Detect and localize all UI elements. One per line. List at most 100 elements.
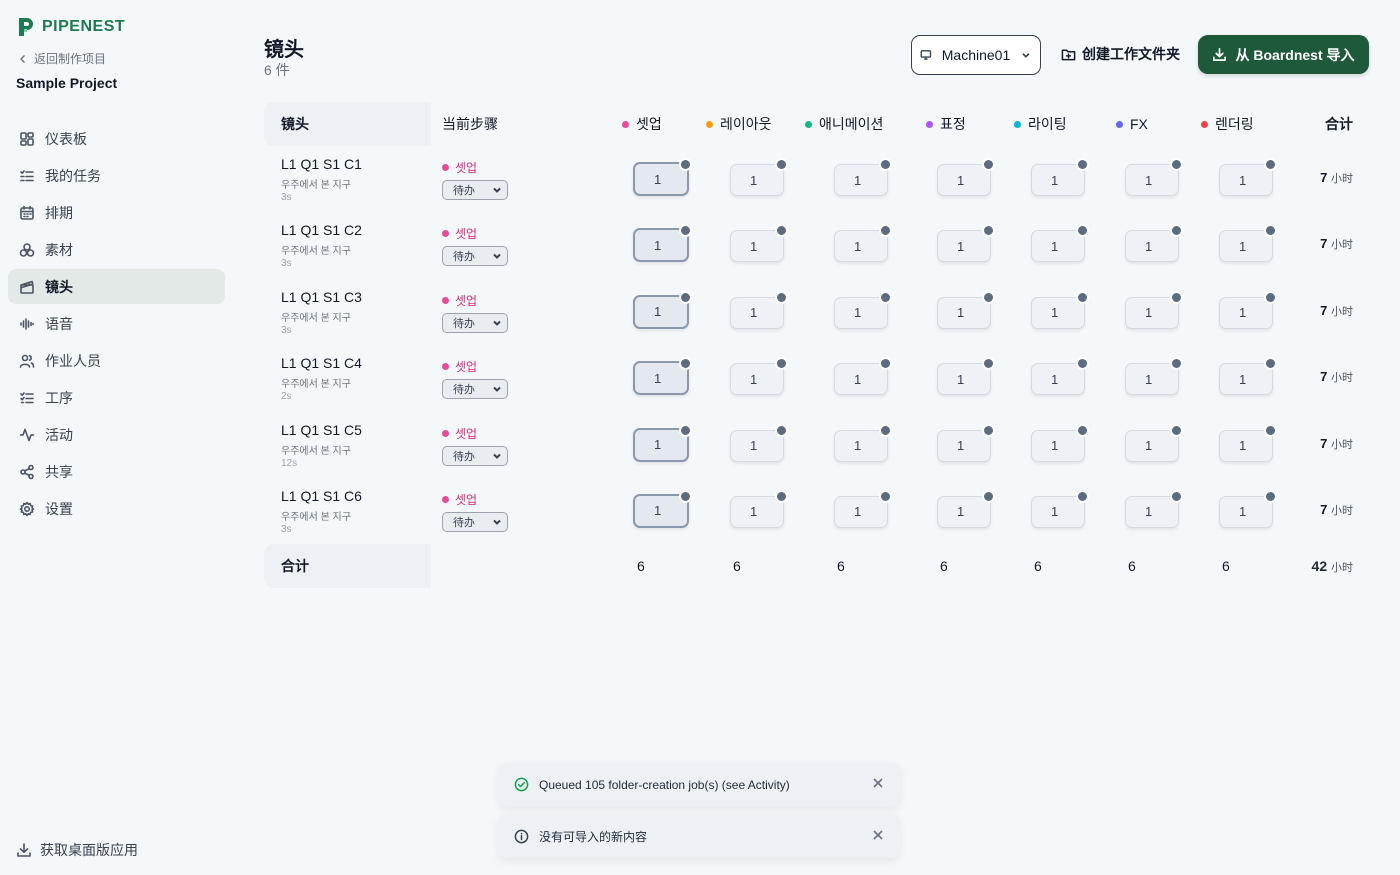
step-assignee-badge[interactable] [1076,158,1089,171]
step-assignee-badge[interactable] [775,158,788,171]
shot-name[interactable]: L1 Q1 S1 C6 [281,488,362,504]
import-from-boardnest-button[interactable]: 从 Boardnest 导入 [1198,35,1369,74]
step-assignee-badge[interactable] [879,489,892,503]
step-assignee-badge[interactable] [679,423,692,437]
col-header-step[interactable]: 셋업 [622,102,662,146]
status-select[interactable]: 待办 [442,312,508,333]
col-header-step[interactable]: 렌더링 [1201,102,1254,146]
sidebar-item-settings[interactable]: 设置 [8,491,225,526]
shot-name[interactable]: L1 Q1 S1 C1 [281,156,362,172]
sidebar-item-shots[interactable]: 镜头 [8,269,225,304]
machine-select-value: Machine01 [941,47,1011,63]
chevron-left-icon [20,54,25,63]
toast-close-button[interactable] [872,829,884,841]
step-hours-input[interactable]: 1 [1125,230,1179,263]
col-header-step[interactable]: 라이팅 [1014,102,1067,146]
step-assignee-badge[interactable] [679,357,692,371]
step-assignee-badge[interactable] [1264,290,1277,304]
status-select[interactable]: 待办 [442,445,508,466]
sidebar-item-schedule[interactable]: 排期 [8,195,225,230]
sidebar-item-voice[interactable]: 语音 [8,306,225,341]
toast-close-button[interactable] [872,777,884,789]
step-hours-input[interactable]: 1 [1219,230,1273,263]
machine-select[interactable]: Machine01 [911,35,1041,75]
status-select-value: 待办 [453,450,475,463]
col-header-current-step[interactable]: 当前步骤 [442,102,498,146]
step-assignee-badge[interactable] [982,290,995,304]
step-assignee-badge[interactable] [1264,423,1277,437]
sidebar-item-assets[interactable]: 素材 [8,232,225,267]
sidebar-item-processes[interactable]: 工序 [8,380,225,415]
step-assignee-badge[interactable] [775,489,788,503]
step-assignee-badge[interactable] [1170,357,1183,371]
step-hours-input[interactable]: 1 [1031,230,1085,263]
shot-name[interactable]: L1 Q1 S1 C4 [281,355,362,371]
row-total: 7 小时 [1320,170,1353,186]
step-assignee-badge[interactable] [982,489,995,503]
col-header-shot[interactable]: 镜头 [281,102,309,146]
step-assignee-badge[interactable] [1170,489,1183,503]
sidebar-item-share[interactable]: 共享 [8,454,225,489]
users-icon [19,353,35,369]
sidebar-item-activity[interactable]: 活动 [8,417,225,452]
row-total: 7 小时 [1320,303,1353,319]
step-assignee-badge[interactable] [1170,224,1183,238]
sidebar-item-dashboard[interactable]: 仪表板 [8,121,225,156]
col-header-step[interactable]: 애니메이션 [805,102,883,146]
step-assignee-badge[interactable] [775,357,788,371]
shot-name[interactable]: L1 Q1 S1 C3 [281,289,362,305]
col-header-step[interactable]: 표정 [926,102,966,146]
step-hours-input[interactable]: 1 [730,230,784,263]
current-step-label: 셋업 [455,293,478,308]
step-hours-input[interactable]: 1 [937,230,991,263]
step-assignee-badge[interactable] [1264,357,1277,371]
step-assignee-badge[interactable] [679,489,692,503]
col-header-total[interactable]: 合计 [1325,102,1353,146]
step-assignee-badge[interactable] [879,224,892,238]
step-assignee-badge[interactable] [879,357,892,371]
status-select-value: 待办 [453,251,475,264]
step-assignee-badge[interactable] [879,158,892,171]
step-assignee-badge[interactable] [982,224,995,238]
step-assignee-badge[interactable] [1170,158,1183,171]
footer-step-total: 6 [1128,558,1136,575]
step-assignee-badge[interactable] [1264,489,1277,503]
col-header-step[interactable]: 레이아웃 [706,102,772,146]
step-assignee-badge[interactable] [1076,357,1089,371]
create-work-folder-button[interactable]: 创建工作文件夹 [1061,44,1180,64]
step-assignee-badge[interactable] [679,290,692,304]
project-name: Sample Project [16,75,118,91]
step-assignee-badge[interactable] [679,158,692,171]
brand[interactable]: PIPENEST [16,16,125,38]
step-assignee-badge[interactable] [775,423,788,437]
status-select[interactable]: 待办 [442,511,508,532]
step-assignee-badge[interactable] [1076,489,1089,503]
step-assignee-badge[interactable] [775,224,788,238]
status-select[interactable]: 待办 [442,180,508,200]
step-assignee-badge[interactable] [982,158,995,171]
shot-name[interactable]: L1 Q1 S1 C5 [281,422,362,438]
sidebar-item-workers[interactable]: 作业人员 [8,343,225,378]
step-hours-input[interactable]: 1 [834,230,888,263]
step-assignee-badge[interactable] [1076,290,1089,304]
step-assignee-badge[interactable] [775,290,788,304]
step-assignee-badge[interactable] [679,224,692,238]
step-assignee-badge[interactable] [879,423,892,437]
sidebar-item-my-tasks[interactable]: 我的任务 [8,158,225,193]
step-assignee-badge[interactable] [1264,158,1277,171]
shot-description: 우주에서 본 지구 [281,312,351,324]
get-desktop-app-link[interactable]: 获取桌面版应用 [16,840,138,860]
shot-name[interactable]: L1 Q1 S1 C2 [281,222,362,238]
status-select[interactable]: 待办 [442,379,508,400]
step-assignee-badge[interactable] [1264,224,1277,238]
step-assignee-badge[interactable] [879,290,892,304]
status-select[interactable]: 待办 [442,246,508,267]
step-assignee-badge[interactable] [982,423,995,437]
step-assignee-badge[interactable] [1170,290,1183,304]
step-assignee-badge[interactable] [982,357,995,371]
step-assignee-badge[interactable] [1170,423,1183,437]
back-to-projects-link[interactable]: 返回制作项目 [18,50,106,67]
step-assignee-badge[interactable] [1076,224,1089,238]
step-assignee-badge[interactable] [1076,423,1089,437]
col-header-step[interactable]: FX [1116,102,1148,146]
